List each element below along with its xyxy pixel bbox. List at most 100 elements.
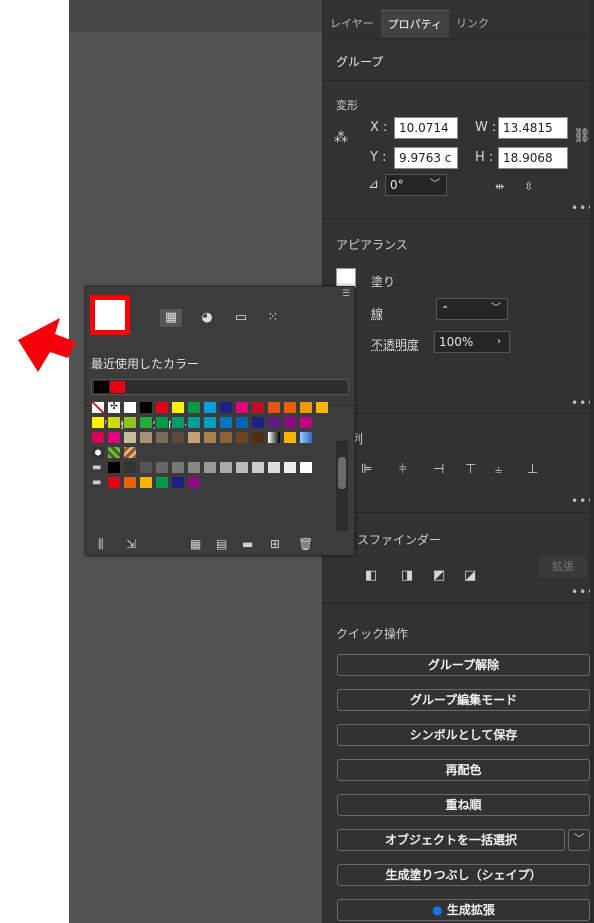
swatch-cell[interactable] — [155, 401, 169, 414]
recent-color-black[interactable] — [94, 381, 109, 393]
constrain-proportions-icon[interactable]: ⛓ — [573, 128, 591, 144]
swatch-cell[interactable]: ▬ — [91, 461, 105, 474]
minus-front-icon[interactable]: ◨ — [401, 568, 413, 583]
align-hcenter-icon[interactable]: ⫩ — [399, 462, 406, 477]
swatch-cell[interactable] — [187, 401, 201, 414]
stroke-weight-field[interactable]: ⌃ ﹀ — [436, 298, 508, 320]
x-field[interactable]: 10.0714 — [394, 117, 458, 139]
swatch-cell[interactable] — [107, 461, 121, 474]
swatch-cell[interactable] — [267, 416, 281, 429]
swatch-cell[interactable] — [123, 461, 137, 474]
swatch-cell[interactable] — [299, 416, 313, 429]
swatch-cell[interactable] — [187, 461, 201, 474]
tab-properties[interactable]: プロパティ — [380, 10, 450, 38]
swatch-cell[interactable] — [299, 401, 313, 414]
fill-swatch[interactable] — [336, 268, 356, 288]
swatch-cell[interactable] — [299, 431, 313, 444]
swatch-cell[interactable] — [123, 431, 137, 444]
swatch-cell[interactable] — [123, 476, 137, 489]
swatch-cell[interactable] — [91, 416, 105, 429]
chevron-down-icon[interactable]: ﹀ — [430, 175, 440, 195]
swatch-cell[interactable] — [283, 431, 297, 444]
swatch-cell[interactable] — [235, 416, 249, 429]
swatch-cell[interactable]: ✣ — [107, 401, 121, 414]
swatch-cell[interactable] — [171, 401, 185, 414]
intersect-icon[interactable]: ◩ — [433, 568, 445, 583]
swatch-cell[interactable] — [203, 416, 217, 429]
swatch-cell[interactable] — [251, 431, 265, 444]
swatch-cell[interactable] — [267, 401, 281, 414]
swatch-cell[interactable] — [315, 401, 329, 414]
swatch-libraries-icon[interactable]: ⫼ — [98, 537, 104, 552]
swatch-cell[interactable] — [171, 476, 185, 489]
swatch-cell[interactable] — [155, 416, 169, 429]
swatches-tab-icon[interactable]: ▦ — [160, 309, 182, 327]
recolor-button[interactable]: 再配色 — [337, 759, 590, 781]
swatch-cell[interactable] — [187, 431, 201, 444]
swatch-cell[interactable] — [219, 461, 233, 474]
align-top-icon[interactable]: ⊤ — [465, 462, 476, 477]
swatch-cell[interactable] — [267, 461, 281, 474]
menu-icon[interactable]: ☰ — [342, 289, 350, 299]
y-field[interactable]: 9.9763 c — [394, 147, 458, 169]
select-same-dropdown[interactable]: ﹀ — [568, 829, 590, 851]
swatch-cell[interactable] — [235, 461, 249, 474]
swatch-cell[interactable] — [267, 431, 281, 444]
swatch-cell[interactable] — [123, 416, 137, 429]
swatch-cell[interactable] — [219, 401, 233, 414]
swatch-cell[interactable] — [219, 416, 233, 429]
opacity-field[interactable]: 100% › — [434, 331, 510, 353]
swatch-cell[interactable] — [299, 461, 313, 474]
save-as-symbol-button[interactable]: シンボルとして保存 — [337, 724, 590, 746]
swatch-cell[interactable] — [91, 401, 105, 414]
swatch-cell[interactable] — [219, 431, 233, 444]
chevron-right-icon[interactable]: › — [497, 332, 501, 352]
swatch-cell[interactable] — [203, 401, 217, 414]
swatch-cell[interactable] — [235, 401, 249, 414]
tab-links[interactable]: リンク — [449, 10, 496, 38]
swatch-scrollbar[interactable] — [336, 441, 348, 531]
swatch-cell[interactable] — [139, 416, 153, 429]
swatch-cell[interactable] — [91, 446, 105, 459]
h-field[interactable]: 18.9068 — [498, 147, 568, 169]
opacity-label[interactable]: 不透明度 — [371, 336, 419, 353]
pattern-tab-icon[interactable]: ⁙ — [262, 309, 284, 327]
swatch-cell[interactable] — [123, 446, 137, 459]
delete-swatch-icon[interactable]: 🗑 — [298, 537, 313, 551]
swatch-cell[interactable] — [91, 431, 105, 444]
swatch-cell[interactable] — [251, 401, 265, 414]
align-vcenter-icon[interactable]: ⫨ — [495, 462, 502, 477]
gradient-tab-icon[interactable]: ▭ — [230, 309, 252, 327]
w-field[interactable]: 13.4815 — [498, 117, 568, 139]
align-right-icon[interactable]: ⊣ — [433, 462, 444, 477]
color-palette-tab-icon[interactable]: ◕ — [196, 309, 218, 327]
align-bottom-icon[interactable]: ⊥ — [527, 462, 538, 477]
swatch-cell[interactable] — [203, 461, 217, 474]
swatch-cell[interactable] — [187, 416, 201, 429]
generative-fill-shape-button[interactable]: 生成塗りつぶし（シェイプ） — [337, 864, 590, 886]
swatch-cell[interactable] — [107, 416, 121, 429]
scroll-thumb[interactable] — [338, 457, 346, 489]
swatch-cell[interactable] — [235, 431, 249, 444]
place-swatches-icon[interactable]: ⇲ — [126, 537, 136, 551]
show-kind-icon[interactable]: ▦ — [190, 537, 201, 551]
swatch-cell[interactable] — [171, 461, 185, 474]
swatch-cell[interactable] — [155, 476, 169, 489]
swatch-options-icon[interactable]: ▤ — [216, 537, 227, 551]
swatch-cell[interactable] — [123, 401, 137, 414]
swatch-cell[interactable] — [139, 431, 153, 444]
swatch-cell[interactable] — [139, 476, 153, 489]
swatch-cell[interactable] — [251, 461, 265, 474]
exclude-icon[interactable]: ◪ — [464, 568, 476, 583]
swatch-cell[interactable] — [283, 461, 297, 474]
swatch-cell[interactable] — [139, 401, 153, 414]
tab-layers[interactable]: レイヤー — [323, 10, 381, 38]
new-swatch-icon[interactable]: ⊞ — [270, 537, 280, 551]
swatch-cell[interactable] — [107, 476, 121, 489]
recent-color-red[interactable] — [110, 381, 125, 393]
swatch-cell[interactable] — [107, 431, 121, 444]
arrange-button[interactable]: 重ね順 — [337, 794, 590, 816]
rotate-field[interactable]: 0° ﹀ — [385, 174, 447, 196]
reference-point-icon[interactable]: ⁂ — [334, 130, 348, 146]
swatch-cell[interactable] — [139, 461, 153, 474]
